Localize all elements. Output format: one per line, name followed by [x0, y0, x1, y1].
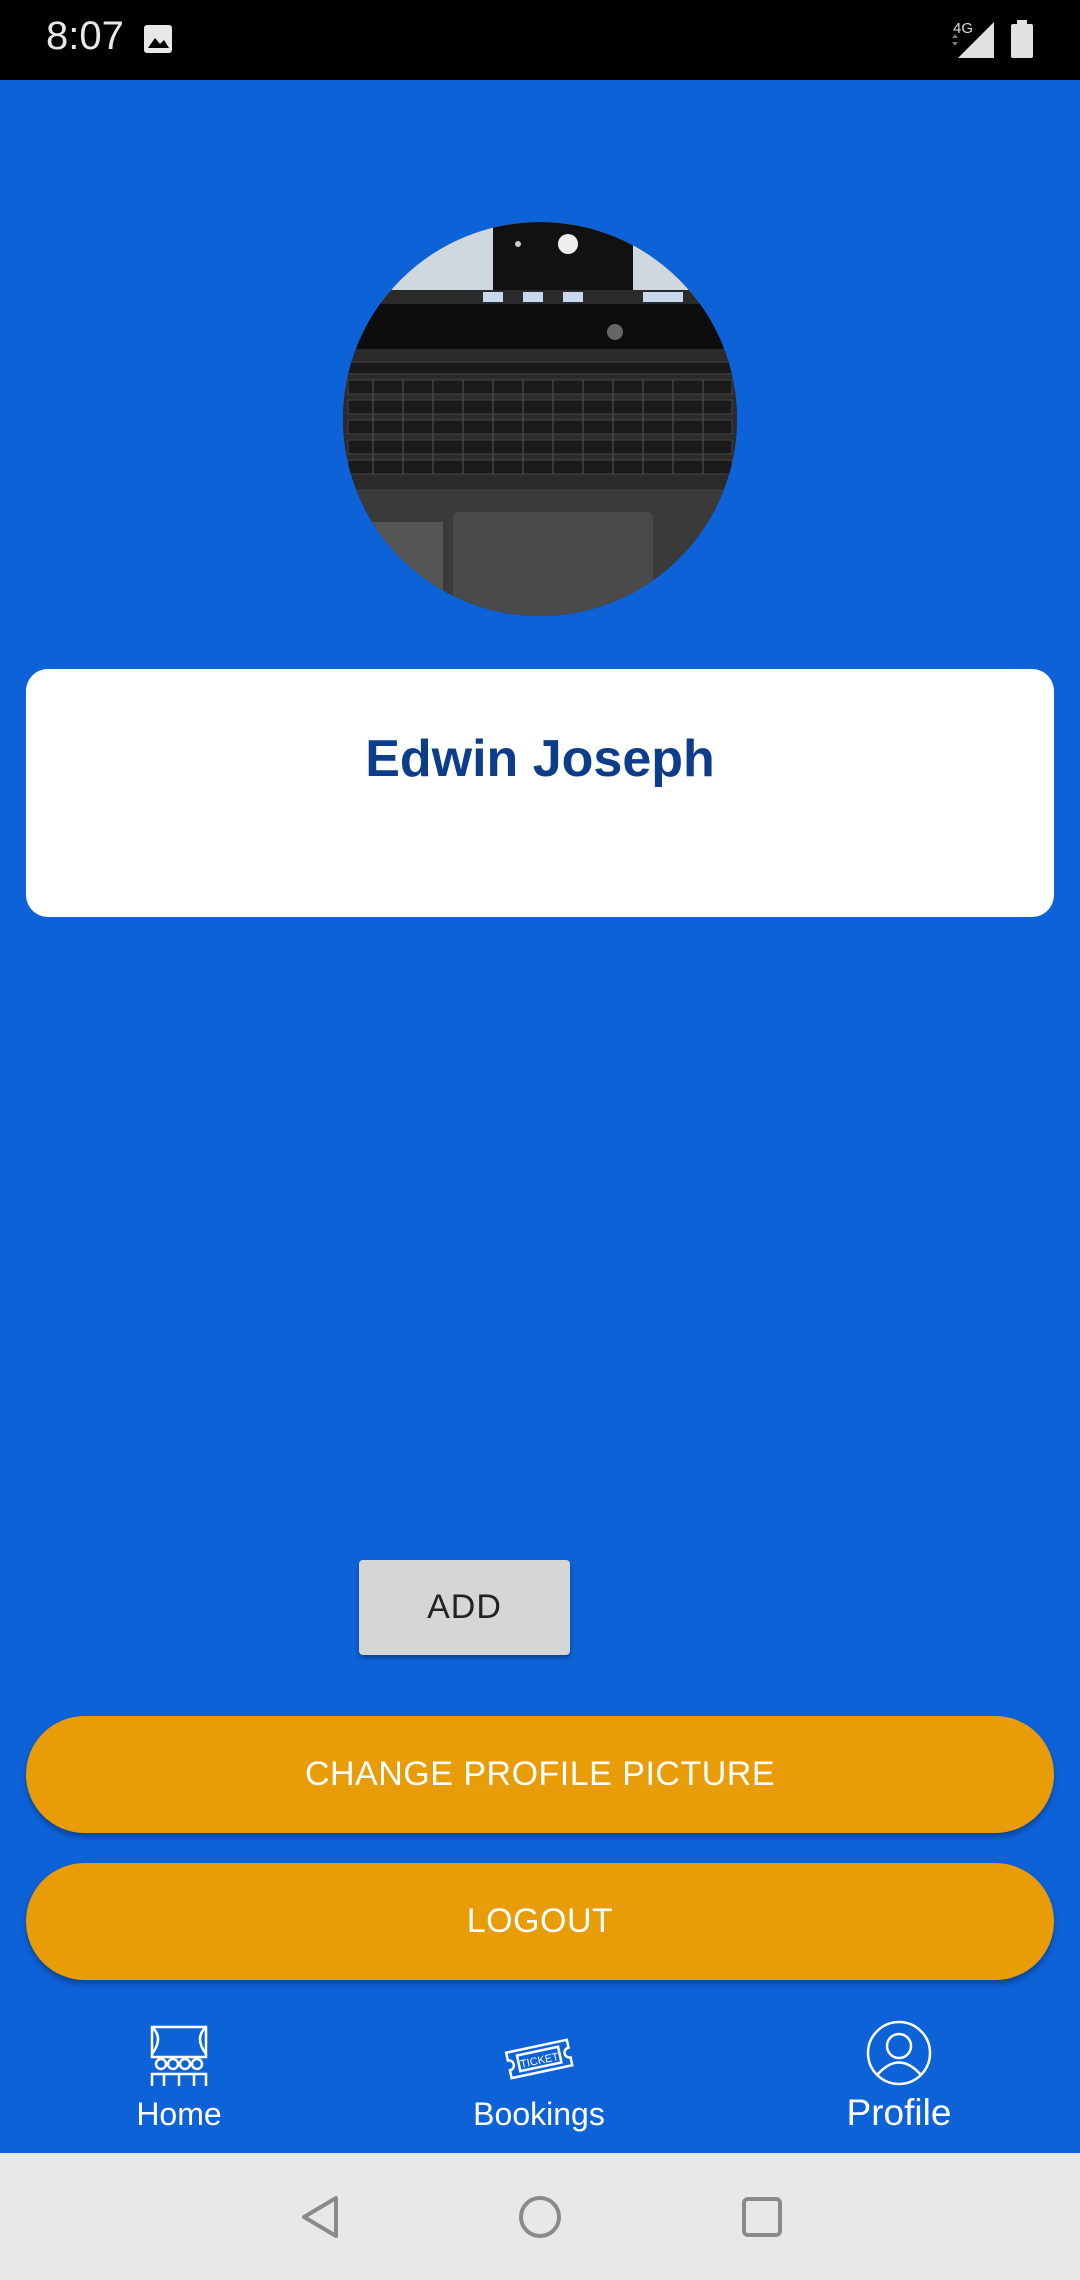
avatar-photo	[343, 222, 737, 616]
system-home-button[interactable]	[480, 2153, 600, 2280]
ticket-icon: TICKET	[504, 2038, 574, 2080]
recents-icon	[742, 2196, 782, 2237]
system-navigation-bar	[0, 2153, 1080, 2280]
logout-button[interactable]: LOGOUT	[26, 1863, 1054, 1980]
signal-icon	[952, 22, 994, 58]
system-recents-button[interactable]	[702, 2153, 822, 2280]
battery-icon	[1011, 20, 1033, 58]
change-profile-picture-button[interactable]: CHANGE PROFILE PICTURE	[26, 1716, 1054, 1833]
nav-item-home[interactable]: Home	[29, 2000, 329, 2153]
profile-info-card: Edwin Joseph	[26, 669, 1054, 917]
nav-label-bookings: Bookings	[473, 2096, 605, 2132]
theater-icon	[150, 2025, 208, 2086]
nav-label-home: Home	[136, 2096, 222, 2132]
bottom-navigation: Home TICKET Bookings Profile	[0, 2000, 1080, 2153]
status-bar: 8:07 4G	[0, 0, 1080, 80]
nav-label-profile: Profile	[846, 2092, 952, 2133]
add-button[interactable]: ADD	[359, 1560, 570, 1655]
home-icon	[519, 2195, 561, 2238]
nav-item-profile[interactable]: Profile	[749, 2000, 1049, 2153]
profile-avatar[interactable]	[343, 222, 737, 616]
user-icon	[866, 2020, 932, 2086]
image-icon	[144, 25, 172, 53]
system-back-button[interactable]	[261, 2153, 381, 2280]
status-time: 8:07	[46, 14, 124, 58]
profile-screen: 8:07 4G Edwin Joseph ADD CHANGE PROFILE …	[0, 0, 1080, 2280]
nav-item-bookings[interactable]: TICKET Bookings	[389, 2000, 689, 2153]
profile-name: Edwin Joseph	[365, 730, 715, 788]
back-icon	[302, 2195, 338, 2238]
